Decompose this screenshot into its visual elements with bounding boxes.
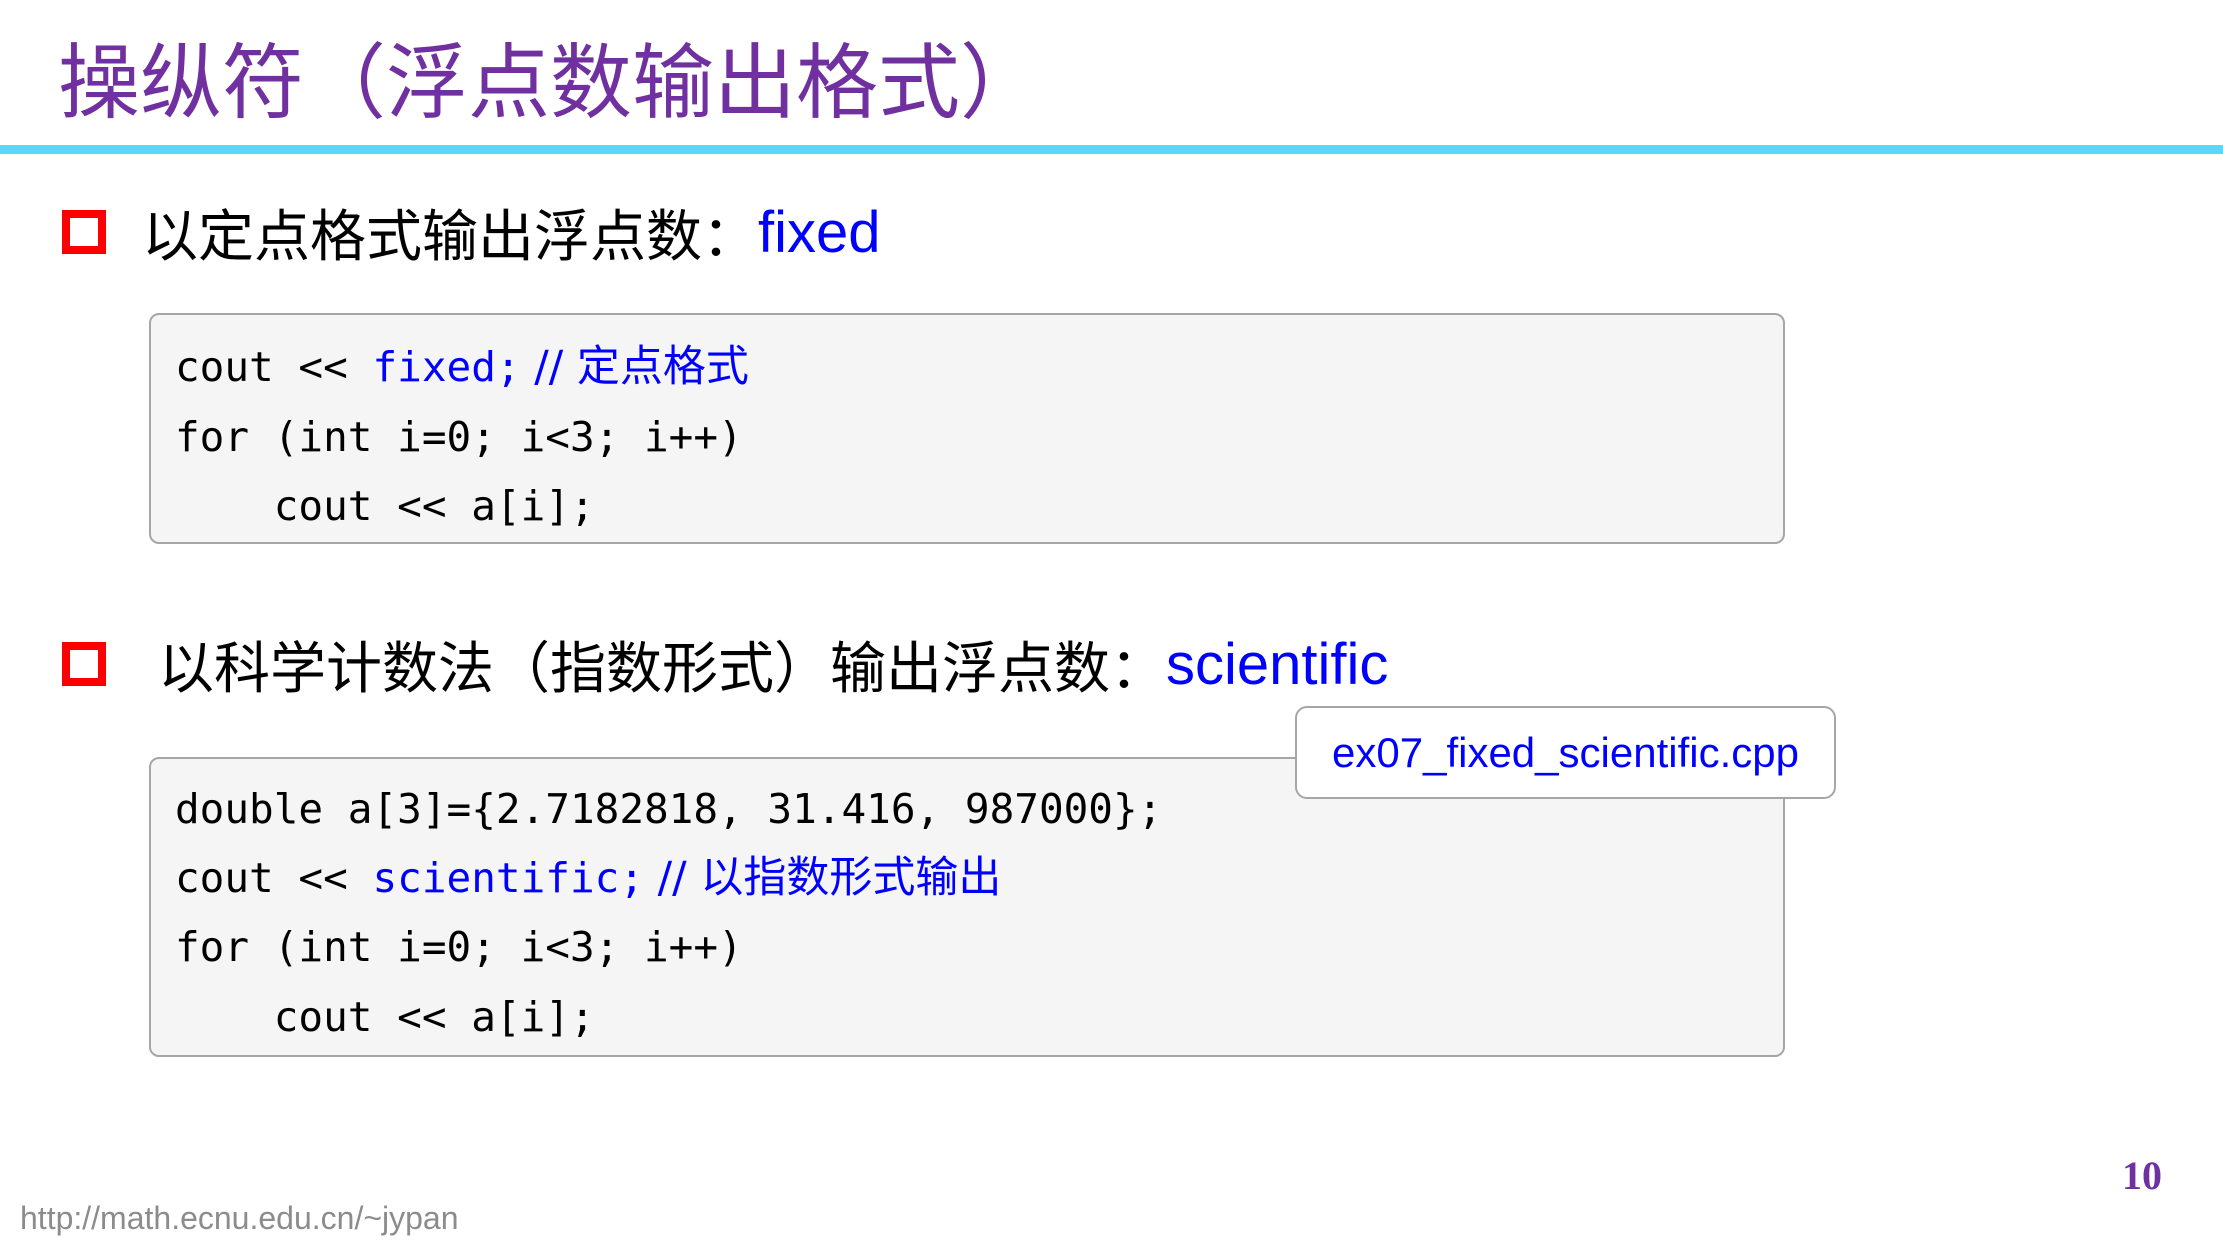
square-bullet-icon xyxy=(62,642,106,686)
bullet-fixed: 以定点格式输出浮点数： fixed xyxy=(62,192,881,272)
code-line: cout << fixed; // 定点格式 xyxy=(175,337,749,397)
page-number: 10 xyxy=(2122,1153,2162,1198)
code-keyword: scientific; xyxy=(372,854,645,902)
code-line: for (int i=0; i<3; i++) xyxy=(175,413,743,461)
code-plain: cout << xyxy=(175,343,373,391)
code-plain: cout << xyxy=(175,854,373,902)
code-line: cout << scientific; // 以指数形式输出 xyxy=(175,848,1001,908)
bullet-scientific: 以科学计数法（指数形式）输出浮点数： scientific xyxy=(62,624,1388,704)
code-comment: // 定点格式 xyxy=(520,342,749,392)
bullet-text: 以定点格式输出浮点数： xyxy=(142,204,758,270)
bullet-keyword: scientific xyxy=(1166,631,1389,697)
code-line: cout << a[i]; xyxy=(175,993,595,1041)
code-comment: // 以指数形式输出 xyxy=(644,853,1002,903)
code-block-scientific: double a[3]={2.7182818, 31.416, 987000};… xyxy=(149,757,1785,1057)
square-bullet-icon xyxy=(62,210,106,254)
bullet-text: 以科学计数法（指数形式）输出浮点数： xyxy=(158,636,1166,702)
code-line: double a[3]={2.7182818, 31.416, 987000}; xyxy=(175,785,1163,833)
slide-title: 操纵符（浮点数输出格式） xyxy=(58,36,1043,131)
code-block-fixed: cout << fixed; // 定点格式 for (int i=0; i<3… xyxy=(149,313,1785,544)
code-line: cout << a[i]; xyxy=(175,482,595,530)
title-underline xyxy=(0,145,2223,154)
code-line: for (int i=0; i<3; i++) xyxy=(175,923,743,971)
code-keyword: fixed; xyxy=(372,343,521,391)
footer-url: http://math.ecnu.edu.cn/~jypan xyxy=(20,1200,459,1236)
source-file-label: ex07_fixed_scientific.cpp xyxy=(1295,706,1836,799)
bullet-keyword: fixed xyxy=(758,199,881,265)
